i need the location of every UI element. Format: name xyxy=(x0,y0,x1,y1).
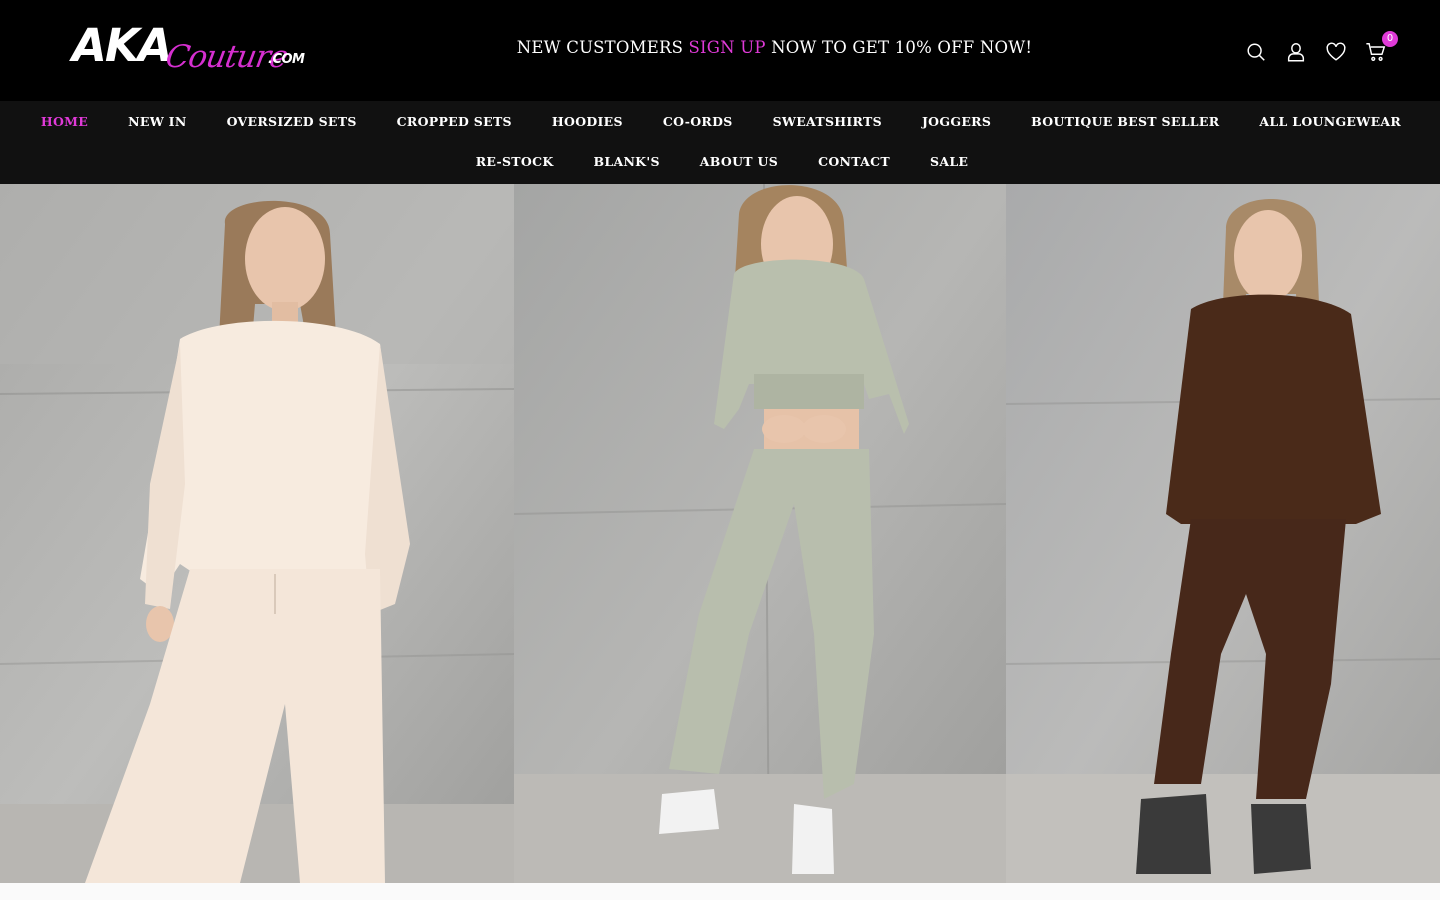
account-icon[interactable] xyxy=(1284,40,1308,64)
nav-row-primary: HOME NEW IN OVERSIZED SETS CROPPED SETS … xyxy=(0,114,1440,130)
nav-item-contact[interactable]: CONTACT xyxy=(818,154,890,170)
nav-row-secondary: RE-STOCK BLANK'S ABOUT US CONTACT SALE xyxy=(0,154,1440,170)
cart-count-badge: 0 xyxy=(1382,31,1398,47)
nav-item-all-loungewear[interactable]: ALL LOUNGEWEAR xyxy=(1259,114,1401,130)
nav-item-new-in[interactable]: NEW IN xyxy=(128,114,186,130)
promo-text-before: NEW CUSTOMERS xyxy=(516,38,689,57)
logo-wordmark: AKA xyxy=(72,19,173,72)
site-logo[interactable]: AKA Couture .COM xyxy=(72,22,312,78)
nav-item-home[interactable]: HOME xyxy=(41,114,88,130)
header-actions: 0 xyxy=(1244,31,1398,66)
nav-item-re-stock[interactable]: RE-STOCK xyxy=(476,154,554,170)
nav-item-boutique-best-seller[interactable]: BOUTIQUE BEST SELLER xyxy=(1031,114,1219,130)
hero-image-cream-set[interactable] xyxy=(0,184,514,883)
promo-signup-link[interactable]: SIGN UP xyxy=(689,38,766,57)
nav-item-joggers[interactable]: JOGGERS xyxy=(922,114,991,130)
hero-banner[interactable] xyxy=(0,184,1440,883)
nav-item-blanks[interactable]: BLANK'S xyxy=(594,154,660,170)
logo-suffix: .COM xyxy=(268,52,305,67)
nav-item-co-ords[interactable]: CO-ORDS xyxy=(663,114,733,130)
search-icon[interactable] xyxy=(1244,40,1268,64)
hero-image-sage-set[interactable] xyxy=(514,184,1006,883)
nav-item-sweatshirts[interactable]: SWEATSHIRTS xyxy=(773,114,882,130)
nav-item-hoodies[interactable]: HOODIES xyxy=(552,114,623,130)
page-below-hero xyxy=(0,883,1440,900)
hero-image-brown-set[interactable] xyxy=(1006,184,1440,883)
nav-item-oversized-sets[interactable]: OVERSIZED SETS xyxy=(227,114,357,130)
nav-item-about-us[interactable]: ABOUT US xyxy=(700,154,778,170)
nav-item-sale[interactable]: SALE xyxy=(930,154,968,170)
cart-icon[interactable]: 0 xyxy=(1364,31,1398,64)
main-nav: HOME NEW IN OVERSIZED SETS CROPPED SETS … xyxy=(0,101,1440,184)
promo-text-after: NOW TO GET 10% OFF NOW! xyxy=(765,38,1033,57)
nav-item-cropped-sets[interactable]: CROPPED SETS xyxy=(397,114,512,130)
site-header: AKA Couture .COM NEW CUSTOMERS SIGN UP N… xyxy=(0,0,1440,101)
wishlist-icon[interactable] xyxy=(1324,40,1348,64)
